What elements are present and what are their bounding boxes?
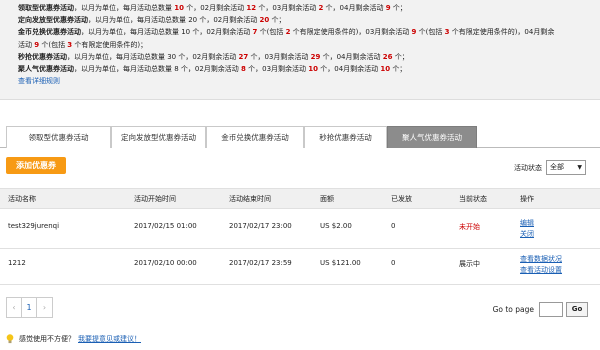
feedback-link[interactable]: 我要提意见或建议！ [78, 334, 141, 344]
notice-text-segment: ，以月为单位，每月活动总数量 30 个，02月剩余活动 [67, 52, 239, 61]
row-issued: 0 [391, 222, 396, 230]
notice-text-segment: 定向发放型优惠券活动 [18, 16, 88, 25]
notice-text-segment: 个； [390, 64, 407, 73]
notice-text-segment: 秒抢优惠券活动 [18, 52, 67, 61]
row-status: 未开始 [459, 223, 480, 231]
tab-targeted-coupon[interactable]: 定向发放型优惠券活动 [111, 126, 206, 148]
notice-text-segment: 26 [382, 52, 393, 61]
row-amount: US $121.00 [320, 259, 361, 267]
goto-page-input[interactable] [539, 302, 563, 317]
status-filter: 活动状态 全部 ▼ [514, 160, 586, 175]
tab-claim-coupon[interactable]: 领取型优惠券活动 [6, 126, 111, 148]
row-status: 展示中 [459, 260, 480, 268]
status-select[interactable]: 全部 ▼ [546, 160, 586, 175]
row-amount: US $2.00 [320, 222, 352, 230]
col-header-actions: 操作 [520, 195, 534, 203]
row-name: test329jurenqi [8, 222, 60, 230]
notice-text-segment: 个，02月剩余活动 [183, 4, 247, 12]
table-header: 活动名称 活动开始时间 活动结束时间 面额 已发放 当前状态 操作 [0, 188, 600, 209]
notice-text-segment: ，以月为单位，每月活动总数量 20 个，02月剩余活动 [88, 16, 260, 25]
page-1-button[interactable]: 1 [22, 297, 37, 318]
row-issued: 0 [391, 259, 396, 267]
notice-line: 领取型优惠券活动，以月为单位，每月活动总数量 10 个，02月剩余活动 12 个… [18, 2, 592, 14]
pagination: ‹ 1 › [6, 297, 53, 318]
chevron-down-icon: ▼ [577, 164, 582, 171]
notice-text-segment: ，以月为单位，每月活动总数量 8 个，02月剩余活动 [74, 64, 242, 73]
goto-page-label: Go to page [492, 305, 534, 314]
notice-panel: 领取型优惠券活动，以月为单位，每月活动总数量 10 个，02月剩余活动 12 个… [0, 0, 600, 100]
tab-popularity-coupon[interactable]: 聚人气优惠券活动 [387, 126, 477, 148]
notice-text-segment: 活动 [18, 40, 35, 49]
notice-text-segment: 个； [269, 16, 286, 25]
notice-text-segment: 20 [259, 16, 270, 25]
row-start-time: 2017/02/15 01:00 [134, 222, 197, 230]
notice-text-segment: 领取型优惠券活动 [18, 4, 74, 12]
notice-text-segment: 个，03月剩余活动 [256, 4, 319, 12]
row-name: 1212 [8, 259, 26, 267]
add-coupon-button[interactable]: 添加优惠券 [6, 157, 66, 174]
notice-text-segment: 29 [310, 52, 321, 61]
notice-text-segment: ，以月为单位，每月活动总数量 10 个，02月剩余活动 [81, 28, 253, 37]
notice-text-segment: 金币兑换优惠券活动 [18, 28, 81, 37]
view-settings-link[interactable]: 查看活动设置 [520, 265, 562, 276]
notice-line: 定向发放型优惠券活动，以月为单位，每月活动总数量 20 个，02月剩余活动 20… [18, 14, 592, 26]
tab-bar: 领取型优惠券活动 定向发放型优惠券活动 金币兑换优惠券活动 秒抢优惠券活动 聚人… [0, 126, 600, 148]
notice-line: 活动 9 个(包括 3 个有限定使用条件的)； [18, 39, 592, 51]
goto-page: Go to page Go [493, 302, 588, 317]
row-end-time: 2017/02/17 23:59 [229, 259, 292, 267]
notice-text-segment: 聚人气优惠券活动 [18, 64, 74, 73]
view-rules-link[interactable]: 查看详细规则 [18, 77, 60, 85]
notice-text-segment: 10 [308, 64, 319, 73]
notice-text-segment: 个有限定使用条件的)； [72, 40, 148, 49]
notice-text-segment: 个(包括 [39, 40, 68, 49]
notice-line: 聚人气优惠券活动，以月为单位，每月活动总数量 8 个，02月剩余活动 8 个，0… [18, 63, 592, 75]
notice-line: 金币兑换优惠券活动，以月为单位，每月活动总数量 10 个，02月剩余活动 7 个… [18, 26, 592, 38]
prev-page-button[interactable]: ‹ [6, 297, 22, 318]
row-start-time: 2017/02/10 00:00 [134, 259, 197, 267]
col-header-amount: 面额 [320, 195, 334, 203]
notice-line: 秒抢优惠券活动，以月为单位，每月活动总数量 30 个，02月剩余活动 27 个，… [18, 51, 592, 63]
tab-flash-coupon[interactable]: 秒抢优惠券活动 [304, 126, 387, 148]
col-header-status: 当前状态 [459, 195, 487, 203]
notice-text-segment: 个有限定使用条件的)，04月剩余 [449, 28, 555, 37]
notice-text-segment: 个，03月剩余活动 [245, 64, 309, 73]
notice-text-segment: 个，04月剩余活动 [318, 64, 381, 73]
go-button[interactable]: Go [566, 302, 588, 317]
table-row: test329jurenqi 2017/02/15 01:00 2017/02/… [0, 209, 600, 249]
notice-text-segment: 个(包括 [257, 28, 286, 37]
feedback-bar: 感觉使用不方便？ 我要提意见或建议！ [6, 334, 141, 344]
notice-text-segment: 个； [392, 52, 409, 61]
notice-text-segment: 个，03月剩余活动 [248, 52, 311, 61]
notice-text-segment: 10 [174, 4, 184, 12]
lightbulb-icon [6, 334, 14, 344]
next-page-button[interactable]: › [37, 297, 53, 318]
status-select-value: 全部 [550, 163, 564, 171]
notice-text-segment: 10 [380, 64, 391, 73]
notice-text-segment: 个(包括 [416, 28, 445, 37]
col-header-start: 活动开始时间 [134, 195, 176, 203]
feedback-text: 感觉使用不方便？ [19, 335, 75, 343]
notice-text-segment: ，以月为单位，每月活动总数量 [74, 4, 175, 12]
close-link[interactable]: 关闭 [520, 229, 534, 240]
notice-text-segment: 个，04月剩余活动 [320, 52, 383, 61]
table-row: 1212 2017/02/10 00:00 2017/02/17 23:59 U… [0, 249, 600, 285]
notice-text-segment: 27 [238, 52, 249, 61]
col-header-name: 活动名称 [8, 195, 36, 203]
col-header-end: 活动结束时间 [229, 195, 271, 203]
row-end-time: 2017/02/17 23:00 [229, 222, 292, 230]
edit-link[interactable]: 编辑 [520, 218, 534, 229]
notice-text-segment: 12 [246, 4, 257, 12]
notice-text-segment: 个，04月剩余活动 [323, 4, 386, 12]
status-filter-label: 活动状态 [514, 163, 542, 172]
notice-text-segment: 个； [390, 4, 407, 12]
tab-coin-coupon[interactable]: 金币兑换优惠券活动 [206, 126, 304, 148]
notice-text-segment: 个有限定使用条件的)，03月剩余活动 [290, 28, 412, 37]
view-data-link[interactable]: 查看数据状况 [520, 254, 562, 265]
col-header-issued: 已发放 [391, 195, 412, 203]
